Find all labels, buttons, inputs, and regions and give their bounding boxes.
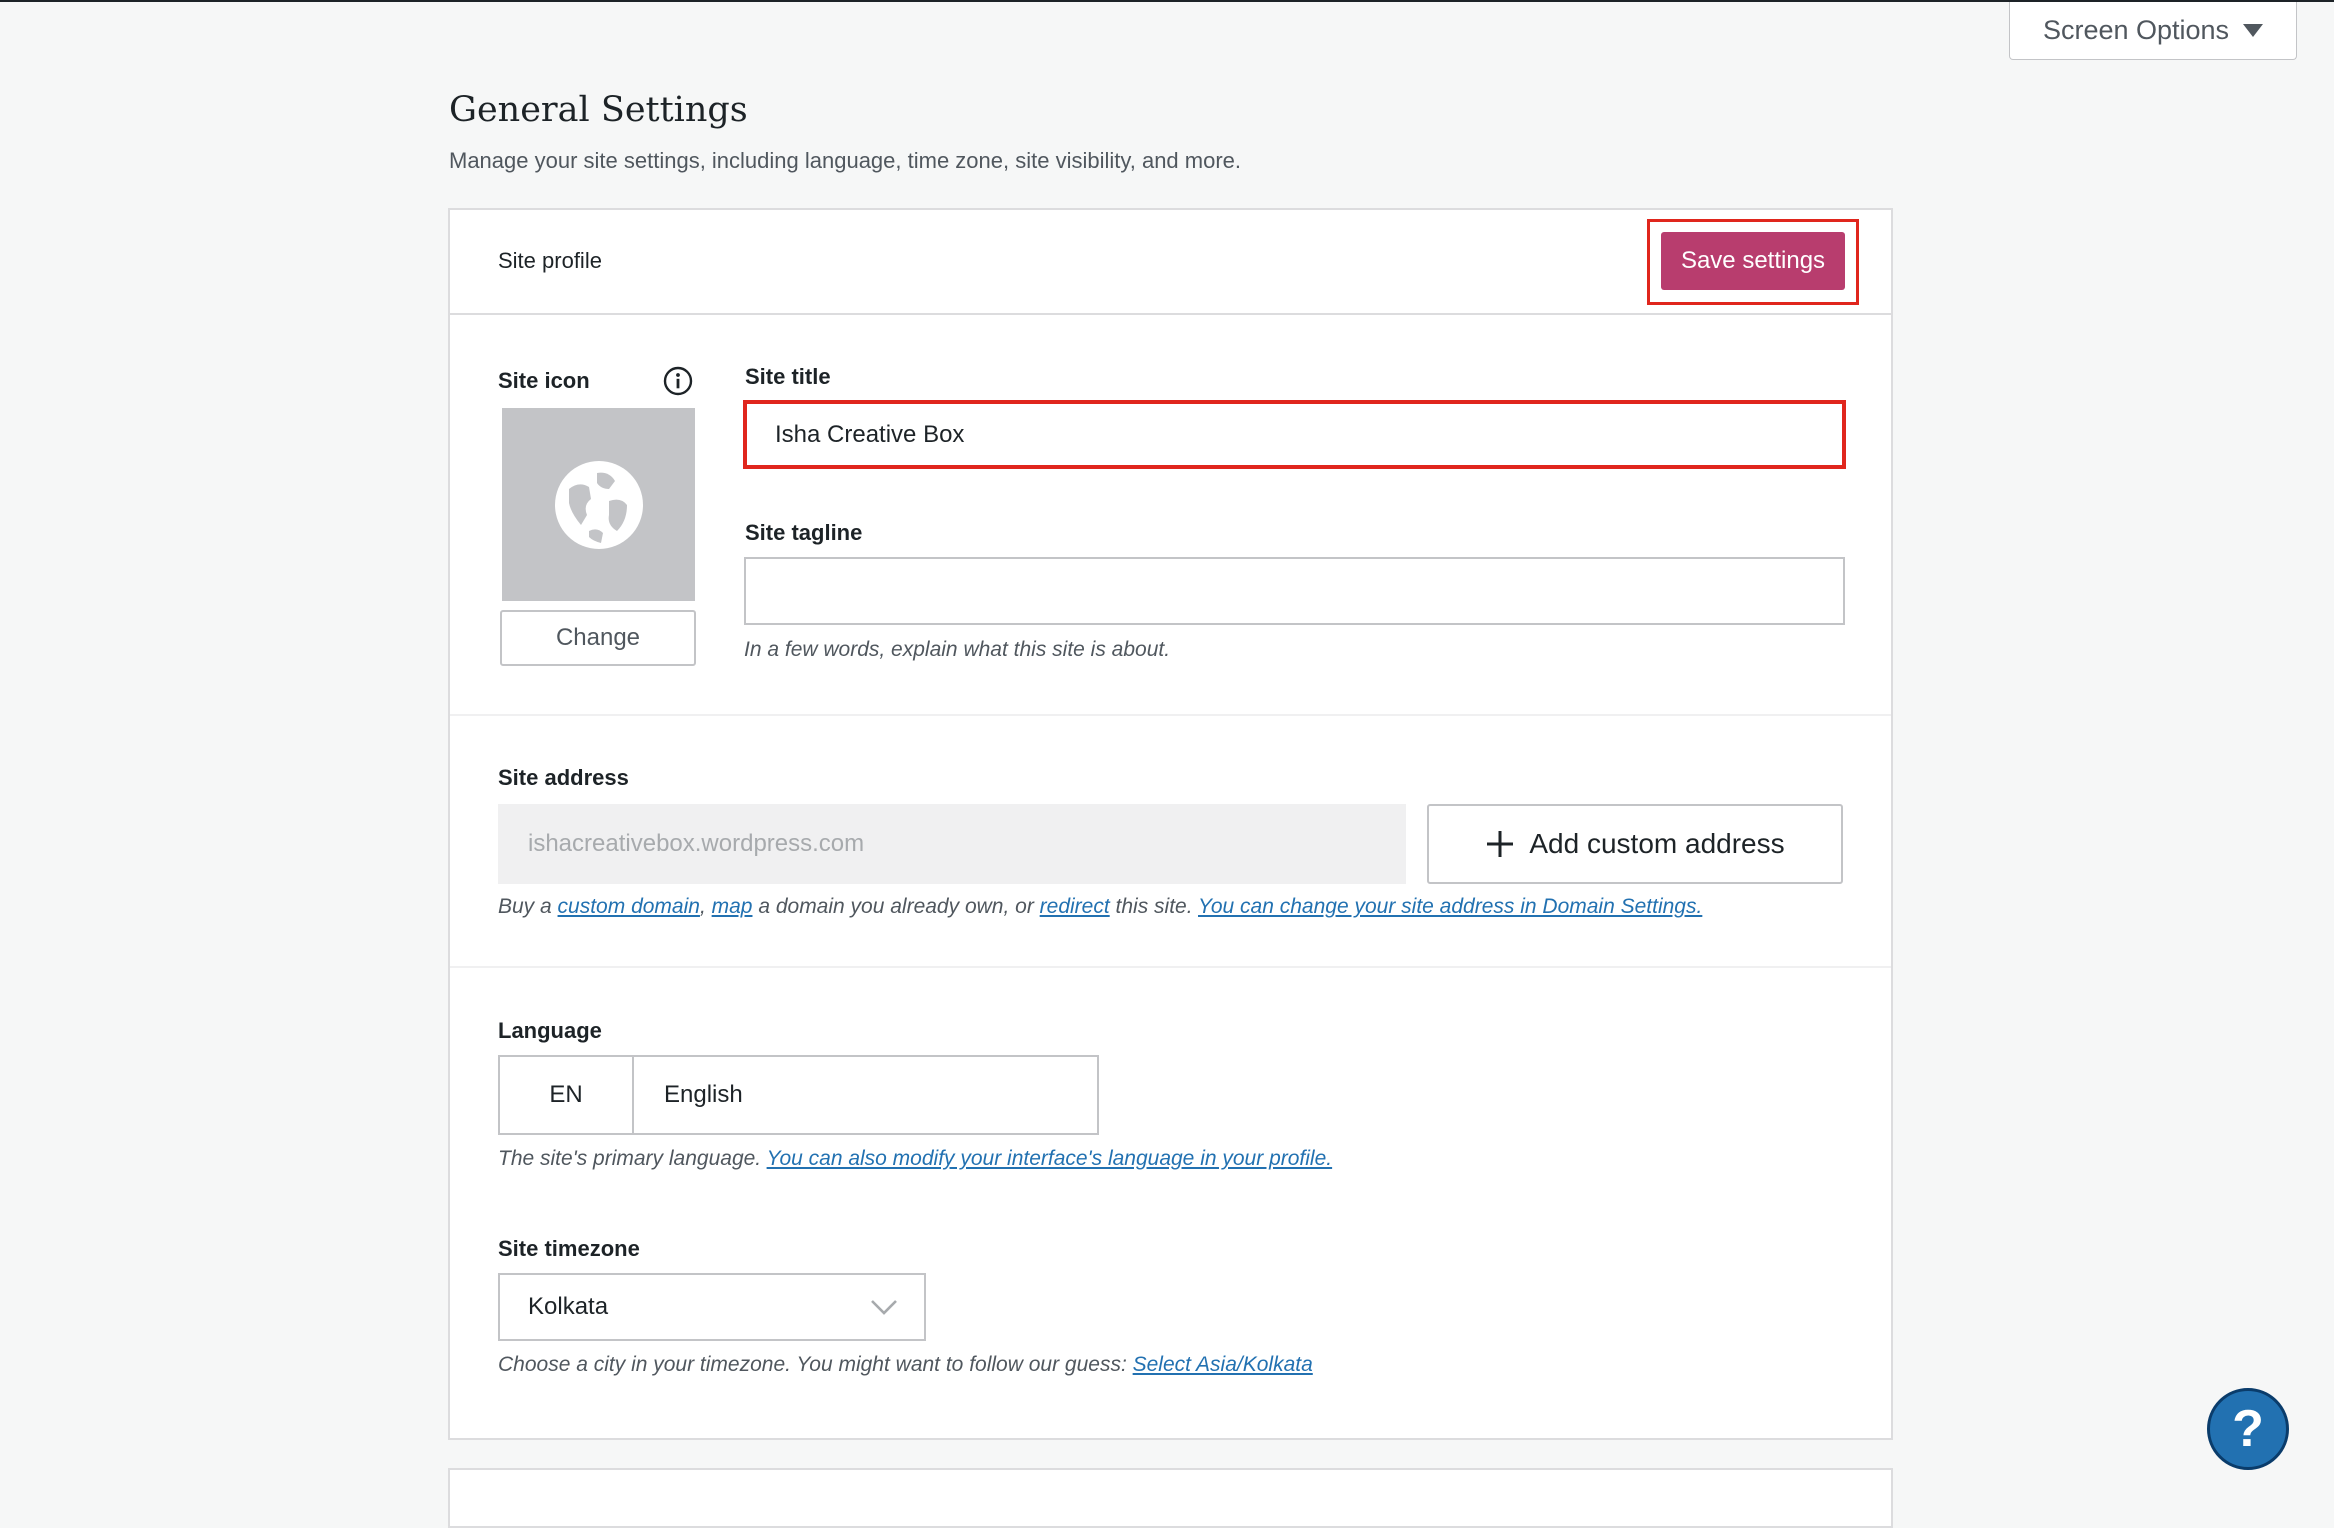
screen-options-label: Screen Options <box>2042 15 2230 45</box>
language-label: Language <box>498 1018 602 1043</box>
site-tagline-help: In a few words, explain what this site i… <box>744 638 1171 661</box>
timezone-help: Choose a city in your timezone. You migh… <box>498 1353 1313 1377</box>
language-code: EN <box>500 1057 634 1133</box>
section-divider <box>450 714 1891 716</box>
site-profile-card: Site profile Save settings Site icon Cha… <box>448 208 1893 1440</box>
page-subtitle: Manage your site settings, including lan… <box>449 148 1242 173</box>
page-title: General Settings <box>449 90 748 130</box>
help-text: Buy a <box>498 895 558 918</box>
timezone-value: Kolkata <box>528 1293 609 1320</box>
site-tagline-label: Site tagline <box>745 520 863 545</box>
select-timezone-link[interactable]: Select Asia/Kolkata <box>1133 1353 1313 1376</box>
question-mark-icon: ? <box>2232 1400 2264 1458</box>
card-header-title: Site profile <box>498 248 602 273</box>
add-custom-address-button[interactable]: Add custom address <box>1427 804 1843 884</box>
site-address-label: Site address <box>498 765 629 790</box>
screen-options-button[interactable]: Screen Options <box>2009 2 2297 60</box>
site-title-label: Site title <box>745 364 831 389</box>
custom-domain-link[interactable]: custom domain <box>558 895 700 918</box>
site-icon-label: Site icon <box>498 368 590 393</box>
site-title-input[interactable]: Isha Creative Box <box>747 404 1842 465</box>
section-divider <box>450 966 1891 968</box>
site-icon-preview <box>502 408 695 601</box>
language-picker[interactable]: EN English <box>498 1055 1099 1135</box>
timezone-select[interactable]: Kolkata <box>498 1273 926 1341</box>
save-settings-button[interactable]: Save settings <box>1661 232 1845 290</box>
profile-language-link[interactable]: You can also modify your interface's lan… <box>767 1147 1333 1170</box>
help-text: Choose a city in your timezone. You migh… <box>498 1353 1133 1376</box>
card-header: Site profile Save settings <box>450 210 1891 315</box>
help-button[interactable]: ? <box>2207 1388 2289 1470</box>
info-icon[interactable] <box>663 366 693 396</box>
add-custom-address-label: Add custom address <box>1529 828 1785 859</box>
chevron-down-icon <box>871 1300 897 1315</box>
next-settings-card <box>448 1468 1893 1528</box>
plus-icon <box>1487 831 1514 857</box>
site-address-help: Buy a custom domain, map a domain you al… <box>498 895 1702 919</box>
site-address-field: ishacreativebox.wordpress.com <box>498 804 1406 884</box>
map-domain-link[interactable]: map <box>712 895 753 918</box>
language-name: English <box>664 1081 743 1108</box>
help-text: The site's primary language. <box>498 1147 767 1170</box>
help-text: , <box>699 895 712 918</box>
globe-icon <box>554 460 643 549</box>
site-tagline-input[interactable] <box>744 557 1845 625</box>
domain-settings-link[interactable]: You can change your site address in Doma… <box>1198 895 1702 918</box>
help-text: this site. <box>1109 895 1199 918</box>
redirect-link[interactable]: redirect <box>1040 895 1110 918</box>
caret-down-icon <box>2243 24 2264 37</box>
top-border <box>0 0 2334 2</box>
help-text: a domain you already own, or <box>752 895 1040 918</box>
timezone-label: Site timezone <box>498 1236 640 1261</box>
language-help: The site's primary language. You can als… <box>498 1147 1332 1171</box>
change-icon-button[interactable]: Change <box>500 610 696 666</box>
